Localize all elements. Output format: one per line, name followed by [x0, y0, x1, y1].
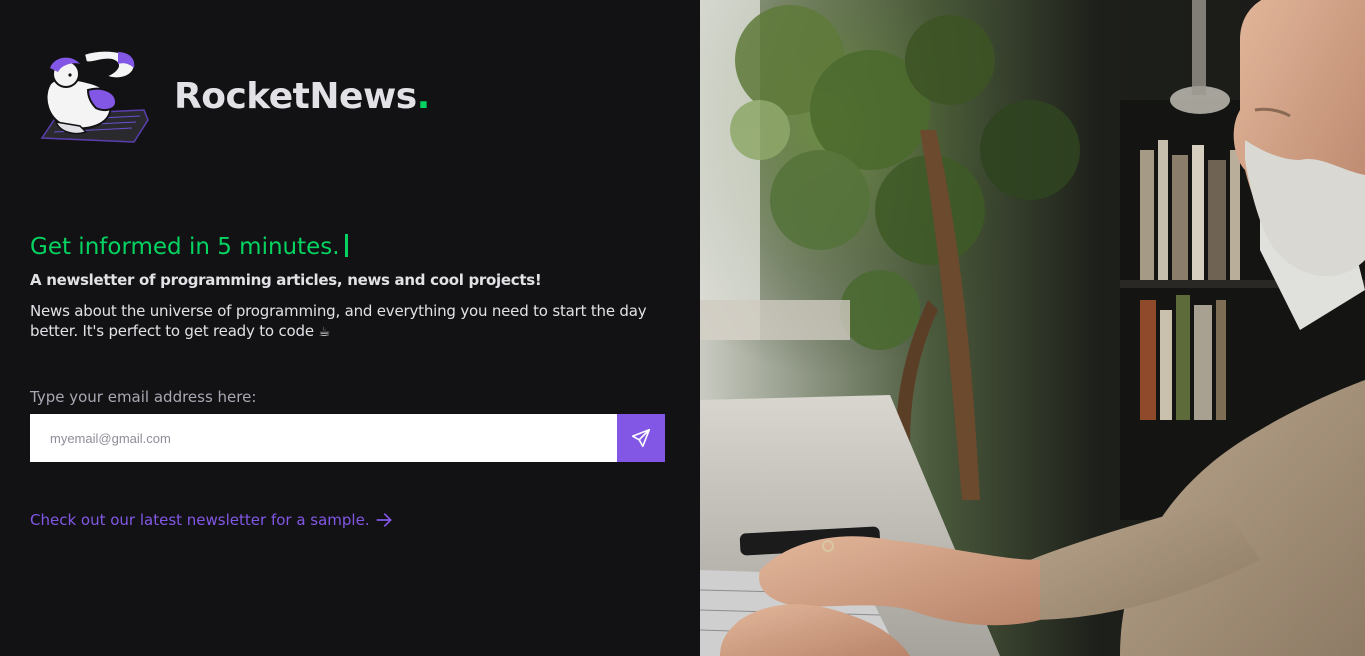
arrow-right-icon	[376, 513, 392, 527]
hero-photo	[700, 0, 1365, 656]
email-input[interactable]	[30, 414, 617, 462]
description-text: News about the universe of programming, …	[30, 302, 647, 340]
typing-caret	[344, 234, 348, 257]
coffee-icon: ☕	[318, 325, 330, 340]
sample-newsletter-link[interactable]: Check out our latest newsletter for a sa…	[30, 510, 394, 530]
sample-link-label: Check out our latest newsletter for a sa…	[30, 511, 370, 529]
brand: RocketNews.	[36, 46, 430, 146]
headline-text: Get informed in 5 minutes.	[30, 234, 340, 260]
signup-form	[30, 414, 665, 462]
subheadline: A newsletter of programming articles, ne…	[30, 271, 542, 289]
subscribe-button[interactable]	[617, 414, 665, 462]
description: News about the universe of programming, …	[30, 301, 670, 343]
brand-name: RocketNews.	[174, 75, 431, 117]
left-panel: RocketNews. Get informed in 5 minutes. A…	[0, 0, 700, 656]
brand-dot: .	[416, 75, 431, 117]
email-label: Type your email address here:	[30, 388, 257, 406]
headline: Get informed in 5 minutes.	[30, 234, 348, 260]
mascot-coding-icon	[40, 49, 149, 143]
send-icon	[631, 428, 651, 448]
photo-illustration	[700, 0, 1365, 656]
